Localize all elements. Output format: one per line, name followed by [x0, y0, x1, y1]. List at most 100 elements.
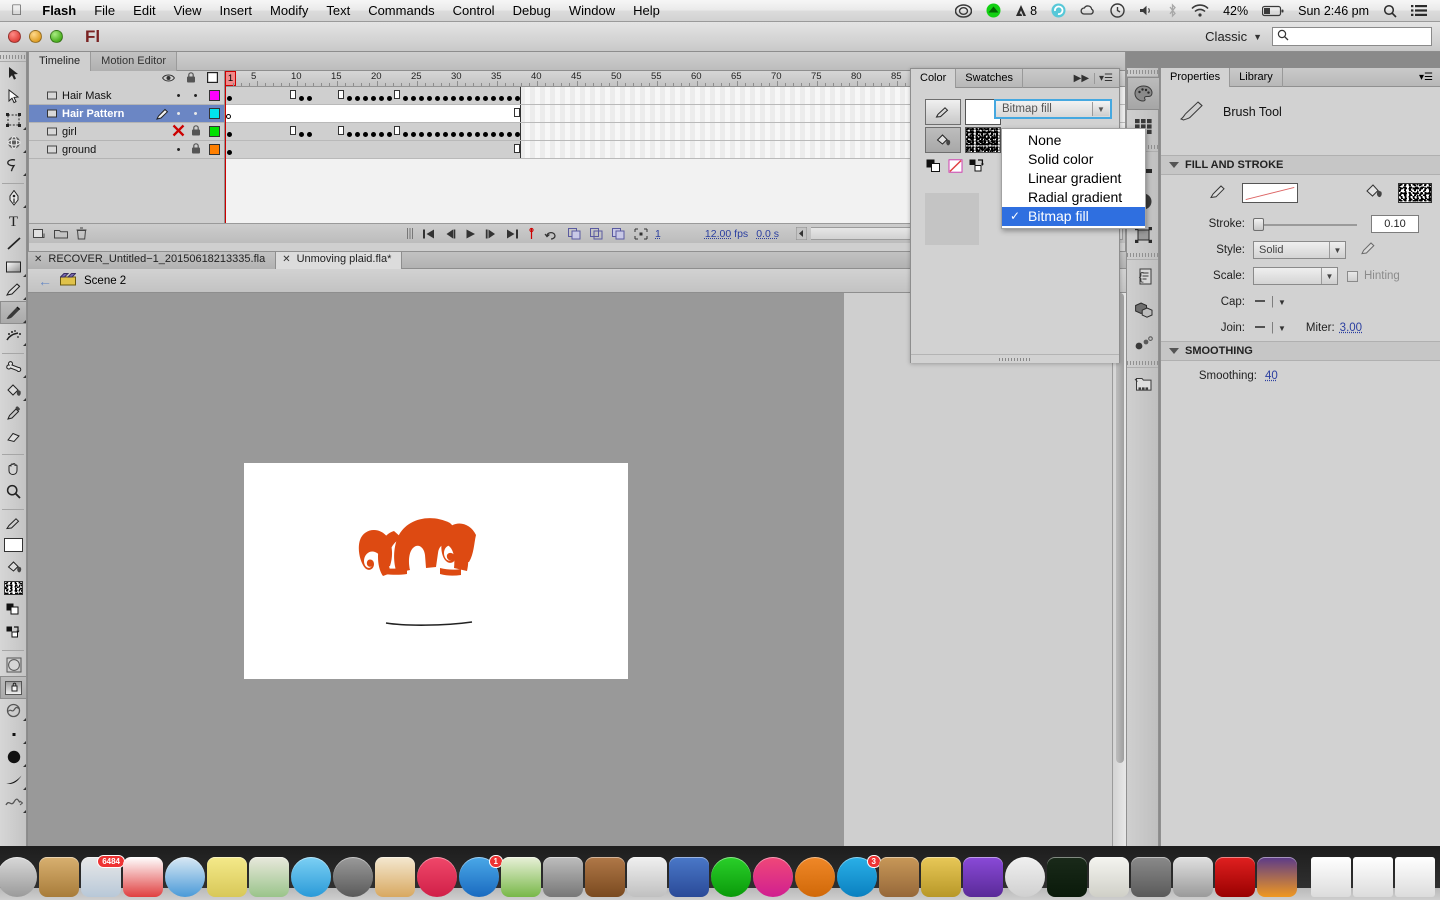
components-panel-icon[interactable]	[1127, 293, 1160, 326]
document-tab-recover[interactable]: ✕ RECOVER_Untitled−1_20150618213335.fla	[28, 250, 277, 269]
itunes-icon[interactable]	[417, 857, 457, 897]
keyframe-marker[interactable]	[370, 96, 376, 101]
color-panel-resize-grip[interactable]	[911, 354, 1119, 363]
blank-keyframe-marker[interactable]	[514, 108, 520, 117]
menu-item-flash[interactable]: Flash	[33, 0, 85, 22]
join-none-icon[interactable]	[1253, 322, 1267, 335]
fill-option-none[interactable]: None	[1002, 131, 1145, 150]
menu-item-modify[interactable]: Modify	[261, 0, 317, 22]
keyframe-marker[interactable]	[466, 132, 472, 137]
black-white-reset-icon[interactable]	[0, 598, 27, 621]
contacts-icon[interactable]	[39, 857, 79, 897]
keyframe-marker[interactable]	[402, 132, 408, 137]
layer-visibility-toggle[interactable]: •	[170, 90, 187, 102]
tab-motion-editor[interactable]: Motion Editor	[91, 52, 177, 71]
textedit-icon[interactable]	[1089, 857, 1129, 897]
notification-center-icon[interactable]	[1404, 0, 1434, 22]
keyframe-marker[interactable]	[498, 96, 504, 101]
pencil-stroke-icon[interactable]	[1209, 184, 1228, 203]
icon-dock-grip[interactable]	[1127, 251, 1158, 260]
stroke-weight-field[interactable]: 0.10	[1371, 215, 1419, 233]
calendar-icon[interactable]	[123, 857, 163, 897]
loop-icon[interactable]	[540, 228, 564, 240]
keyframe-marker[interactable]	[226, 96, 232, 101]
window-zoom-button[interactable]	[50, 30, 63, 43]
layer-outline-color[interactable]	[204, 90, 224, 101]
no-color-icon[interactable]	[947, 158, 963, 174]
color-stroke-button[interactable]	[925, 99, 961, 125]
eye-icon[interactable]	[162, 72, 175, 86]
fill-color-swatch-bitmap[interactable]	[1398, 183, 1432, 203]
color-panel-icon[interactable]	[1127, 77, 1160, 110]
keyframe-marker[interactable]	[514, 132, 520, 137]
object-drawing-icon[interactable]	[0, 653, 27, 676]
keyframe-marker[interactable]	[346, 132, 352, 137]
keyframe-marker[interactable]	[418, 96, 424, 101]
layer-lock-toggle[interactable]: •	[187, 108, 204, 120]
messages-icon[interactable]	[291, 857, 331, 897]
black-white-reset-icon[interactable]	[925, 158, 941, 174]
keyframe-marker[interactable]	[490, 96, 496, 101]
stroke-color-tool[interactable]	[0, 512, 27, 535]
empty-keyframe-marker[interactable]	[226, 114, 231, 119]
blank-keyframe-marker[interactable]	[290, 126, 296, 135]
system-preferences-icon[interactable]	[543, 857, 583, 897]
bluetooth-icon[interactable]	[1161, 0, 1184, 22]
triangle-down-icon[interactable]	[1169, 348, 1179, 354]
panel-menu-icon[interactable]: ▾☰	[1412, 72, 1440, 83]
keyframe-marker[interactable]	[346, 96, 352, 101]
rectangle-tool[interactable]	[0, 255, 27, 278]
menu-item-debug[interactable]: Debug	[504, 0, 560, 22]
stroke-color-swatch-none[interactable]	[1242, 183, 1298, 203]
numbers-icon[interactable]	[501, 857, 541, 897]
battery-icon[interactable]	[1255, 0, 1291, 22]
onion-skin-outlines-icon[interactable]	[586, 227, 608, 240]
menu-item-control[interactable]: Control	[444, 0, 504, 22]
close-icon[interactable]: ✕	[34, 250, 42, 269]
tab-color[interactable]: Color	[911, 68, 957, 88]
subselection-tool[interactable]	[0, 85, 27, 108]
keyframe-marker[interactable]	[402, 96, 408, 101]
layer-name[interactable]: ground	[62, 144, 154, 156]
triangle-down-icon[interactable]	[1169, 162, 1179, 168]
keyframe-marker[interactable]	[410, 132, 416, 137]
layer-row-ground[interactable]: ground •	[29, 141, 224, 159]
brush-tool[interactable]	[0, 301, 27, 324]
3d-rotation-tool[interactable]	[0, 131, 27, 154]
section-header-fill-and-stroke[interactable]: FILL AND STROKE	[1161, 155, 1440, 175]
keyframe-marker[interactable]	[442, 132, 448, 137]
pencil-edit-icon[interactable]	[1360, 241, 1377, 259]
brush-shape-icon[interactable]	[0, 768, 27, 791]
stage-vertical-scrollbar[interactable]	[1112, 293, 1126, 846]
stage-scroll-thumb[interactable]	[1116, 293, 1124, 763]
keyframe-marker[interactable]	[306, 132, 312, 137]
bone-tool[interactable]	[0, 356, 27, 379]
imovie-icon[interactable]	[963, 857, 1003, 897]
menu-item-edit[interactable]: Edit	[124, 0, 164, 22]
lasso-tool[interactable]	[0, 154, 27, 177]
miter-value[interactable]: 3.00	[1340, 322, 1362, 334]
paint-bucket-icon[interactable]	[1364, 183, 1384, 203]
utility-icon[interactable]	[1131, 857, 1171, 897]
package-icon[interactable]	[879, 857, 919, 897]
brush-size-large-icon[interactable]	[0, 745, 27, 768]
fill-type-dropdown-menu[interactable]: None Solid color Linear gradient Radial …	[1001, 128, 1146, 229]
zoom-tool[interactable]	[0, 480, 27, 503]
tab-library[interactable]: Library	[1230, 67, 1283, 87]
keyframe-marker[interactable]	[450, 96, 456, 101]
fill-color-swatch-bitmap[interactable]	[0, 578, 26, 598]
icon-dock-grip[interactable]	[1127, 68, 1158, 77]
keyframe-marker[interactable]	[450, 132, 456, 137]
text-tool[interactable]: T	[0, 209, 27, 232]
layer-lock-toggle[interactable]: •	[187, 90, 204, 102]
layer-name[interactable]: Hair Pattern	[62, 108, 154, 120]
new-folder-icon[interactable]	[50, 228, 72, 239]
step-back-icon[interactable]	[439, 228, 460, 240]
volume-icon[interactable]	[1132, 0, 1161, 22]
neooffice-icon[interactable]	[1173, 857, 1213, 897]
frame-span[interactable]	[225, 105, 521, 122]
blank-keyframe-marker[interactable]	[514, 144, 520, 153]
time-machine-icon[interactable]	[1103, 0, 1132, 22]
eyedropper-tool[interactable]	[0, 402, 27, 425]
creative-cloud-icon[interactable]	[948, 0, 979, 22]
